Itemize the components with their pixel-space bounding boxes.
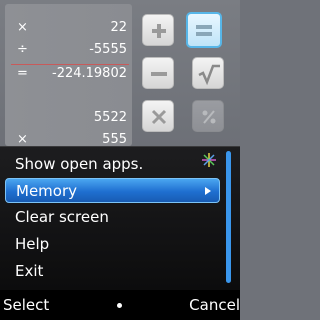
tape-row: = -224.19802 [5,64,132,84]
menu-item-help[interactable]: Help [5,232,220,257]
minus-key[interactable] [142,57,174,89]
percent-key[interactable] [192,100,224,132]
tape-value: -5555 [89,42,127,57]
menu-item-label: Clear screen [15,208,109,226]
plus-icon [152,24,166,38]
tape-operator: ÷ [17,42,28,57]
sqrt-key[interactable] [192,57,224,89]
percent-icon [202,110,216,124]
menu-scrollbar-thumb[interactable] [226,151,231,283]
menu-item-memory[interactable]: Memory [5,178,220,203]
menu-item-label: Exit [15,262,44,280]
menu-item-label: Memory [16,182,78,200]
tape-value: 22 [110,20,127,35]
calculation-tape: × 22 ÷ -5555 = -224.19802 5522 × 555 [5,4,132,147]
softkey-bar: Select Cancel [0,290,240,320]
tape-row: × 22 [5,18,132,38]
menu-item-exit[interactable]: Exit [5,259,220,284]
equals-icon [196,25,212,36]
menu-item-show-open-apps[interactable]: Show open apps. [5,152,220,177]
arrow-right-icon [205,187,211,195]
tape-row: 5522 [5,108,132,128]
star-icon [202,153,216,167]
equals-key[interactable] [186,12,222,48]
menu-item-label: Help [15,235,50,253]
menu-item-label: Show open apps. [15,155,144,173]
tape-value: 5522 [93,110,127,125]
options-menu: Show open apps. Memory Clear screen Help… [0,146,240,290]
multiply-icon [151,109,167,125]
tape-operator: × [17,20,28,35]
calculator-background: × 22 ÷ -5555 = -224.19802 5522 × 555 [0,0,240,147]
menu-item-clear-screen[interactable]: Clear screen [5,205,220,230]
tape-row: ÷ -5555 [5,40,132,60]
middle-softkey-dot-icon[interactable] [117,303,122,308]
square-root-icon [198,64,220,86]
tape-operator: = [17,66,28,81]
minus-icon [151,72,167,76]
multiply-key[interactable] [142,100,174,132]
cancel-softkey[interactable]: Cancel [189,290,240,320]
tape-result-value: -224.19802 [52,66,127,81]
menu-scrollbar[interactable] [226,151,231,283]
plus-key[interactable] [142,14,174,46]
select-softkey[interactable]: Select [3,290,49,320]
